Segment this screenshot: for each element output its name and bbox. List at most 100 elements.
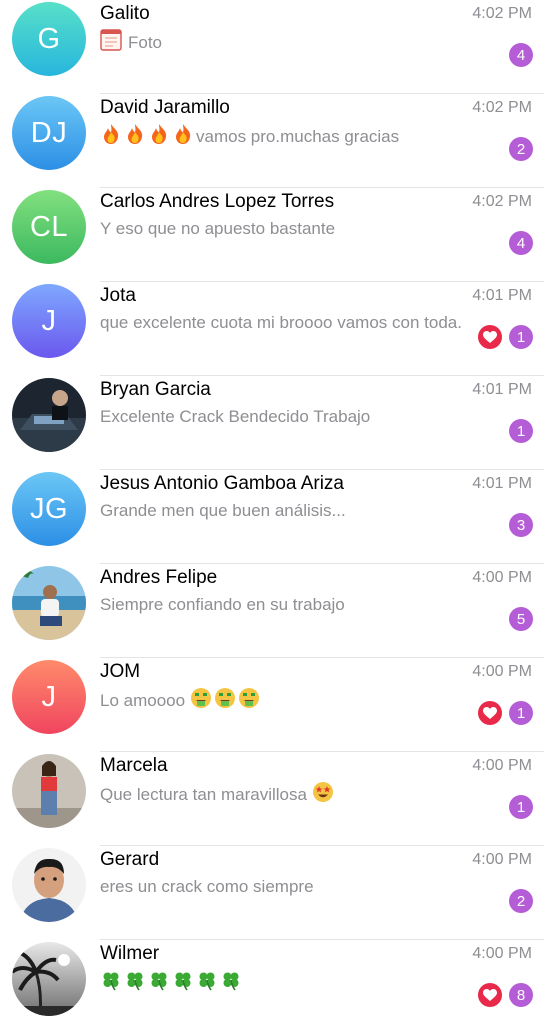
chat-time: 4:02 PM — [472, 99, 532, 116]
chat-preview: Grande men que buen análisis... — [100, 499, 470, 522]
avatar-photo — [12, 566, 86, 640]
avatar-initials: J — [41, 680, 57, 713]
unread-count-badge: 4 — [509, 43, 533, 67]
fire-icon — [148, 123, 170, 151]
avatar-initials: G — [37, 22, 61, 55]
unread-count-badge: 5 — [509, 607, 533, 631]
chat-row[interactable]: CL Carlos Andres Lopez Torres 4:02 PM Y eso… — [0, 188, 544, 282]
chat-preview: Lo amoooo — [100, 687, 470, 715]
chat-name: Marcela — [100, 755, 168, 776]
avatar: DJ — [12, 96, 86, 170]
chat-name: JOM — [100, 661, 141, 682]
money-mouth-icon — [190, 687, 212, 715]
chat-time: 4:00 PM — [472, 757, 532, 774]
chat-row[interactable]: Marcela 4:00 PM Que lectura tan maravillos… — [0, 752, 544, 846]
chat-name: Wilmer — [100, 943, 160, 964]
chat-row[interactable]: Andres Felipe 4:00 PM Siempre confiando en… — [0, 564, 544, 658]
chat-name: Jesus Antonio Gamboa Ariza — [100, 473, 344, 494]
chat-time: 4:01 PM — [472, 381, 532, 398]
chat-name: Andres Felipe — [100, 567, 218, 588]
avatar: G — [12, 2, 86, 76]
fire-icon — [100, 123, 122, 151]
chat-name: Bryan Garcia — [100, 379, 211, 400]
chat-time: 4:00 PM — [472, 945, 532, 962]
four-leaf-clover-icon — [124, 969, 146, 997]
avatar — [12, 848, 86, 922]
chat-time: 4:01 PM — [472, 475, 532, 492]
chat-preview-text: Foto — [128, 33, 163, 52]
chat-time: 4:00 PM — [472, 663, 532, 680]
avatar-initials: J — [41, 304, 57, 337]
heart-reaction-icon[interactable] — [478, 701, 502, 725]
chat-name: Galito — [100, 3, 150, 24]
chat-time: 4:00 PM — [472, 851, 532, 868]
chat-name: David Jaramillo — [100, 97, 230, 118]
photo-attachment-icon — [100, 29, 122, 57]
chat-time: 4:01 PM — [472, 287, 532, 304]
chat-preview-text: Que lectura tan maravillosa — [100, 785, 307, 804]
chat-preview: Foto — [100, 29, 470, 57]
avatar: CL — [12, 190, 86, 264]
unread-count-badge: 1 — [509, 419, 533, 443]
chat-preview: eres un crack como siempre — [100, 875, 470, 898]
avatar — [12, 566, 86, 640]
avatar-photo — [12, 942, 86, 1016]
chat-row[interactable]: Bryan Garcia 4:01 PM Excelente Crack Bende… — [0, 376, 544, 470]
four-leaf-clover-icon — [196, 969, 218, 997]
chat-row[interactable]: Gerard 4:00 PM eres un crack como siempre 2 — [0, 846, 544, 940]
chat-preview — [100, 969, 470, 997]
chat-preview: Excelente Crack Bendecido Trabajo — [100, 405, 470, 428]
fire-icon — [172, 123, 194, 151]
unread-count-badge: 3 — [509, 513, 533, 537]
avatar — [12, 754, 86, 828]
chat-preview-text: que excelente cuota mi broooo vamos con … — [100, 313, 462, 332]
four-leaf-clover-icon — [100, 969, 122, 997]
star-struck-icon — [312, 781, 334, 809]
avatar-photo — [12, 378, 86, 452]
avatar: J — [12, 284, 86, 358]
four-leaf-clover-icon — [148, 969, 170, 997]
chat-preview-text: Siempre confiando en su trabajo — [100, 595, 345, 614]
avatar-photo — [12, 754, 86, 828]
heart-reaction-icon[interactable] — [478, 325, 502, 349]
four-leaf-clover-icon — [220, 969, 242, 997]
unread-count-badge: 8 — [509, 983, 533, 1007]
chat-preview-text: vamos pro.muchas gracias — [196, 127, 400, 146]
avatar — [12, 942, 86, 1016]
heart-reaction-icon[interactable] — [478, 983, 502, 1007]
chat-row[interactable]: JG Jesus Antonio Gamboa Ariza 4:01 PM Grand… — [0, 470, 544, 564]
avatar-initials: CL — [29, 210, 69, 243]
chat-preview: que excelente cuota mi broooo vamos con … — [100, 311, 470, 334]
chat-row[interactable]: J Jota 4:01 PM que excelente cuota mi brooo… — [0, 282, 544, 376]
chat-row[interactable]: J JOM 4:00 PM Lo amoooo 1 — [0, 658, 544, 752]
chat-preview-text: Lo amoooo — [100, 691, 186, 710]
money-mouth-icon — [238, 687, 260, 715]
chat-preview: Que lectura tan maravillosa — [100, 781, 470, 809]
chat-name: Jota — [100, 285, 136, 306]
chat-row[interactable]: G Galito 4:02 PM Foto 4 — [0, 0, 544, 94]
unread-count-badge: 4 — [509, 231, 533, 255]
chat-list: G Galito 4:02 PM Foto 4 DJ David Jaramillo 4:02… — [0, 0, 544, 1024]
money-mouth-icon — [214, 687, 236, 715]
chat-time: 4:02 PM — [472, 5, 532, 22]
chat-preview-text: eres un crack como siempre — [100, 877, 314, 896]
four-leaf-clover-icon — [172, 969, 194, 997]
chat-preview: vamos pro.muchas gracias — [100, 123, 470, 151]
avatar — [12, 378, 86, 452]
chat-row[interactable]: Wilmer 4:00 PM 8 — [0, 940, 544, 1024]
chat-preview: Y eso que no apuesto bastante — [100, 217, 470, 240]
avatar: JG — [12, 472, 86, 546]
avatar: J — [12, 660, 86, 734]
unread-count-badge: 1 — [509, 701, 533, 725]
avatar-initials: DJ — [30, 116, 68, 149]
chat-preview-text: Y eso que no apuesto bastante — [100, 219, 336, 238]
chat-preview-text: Excelente Crack Bendecido Trabajo — [100, 407, 371, 426]
chat-time: 4:00 PM — [472, 569, 532, 586]
unread-count-badge: 2 — [509, 137, 533, 161]
chat-name: Gerard — [100, 849, 160, 870]
chat-time: 4:02 PM — [472, 193, 532, 210]
chat-row[interactable]: DJ David Jaramillo 4:02 PM vamos pro.muchas… — [0, 94, 544, 188]
chat-name: Carlos Andres Lopez Torres — [100, 191, 335, 212]
avatar-photo — [12, 848, 86, 922]
unread-count-badge: 2 — [509, 889, 533, 913]
